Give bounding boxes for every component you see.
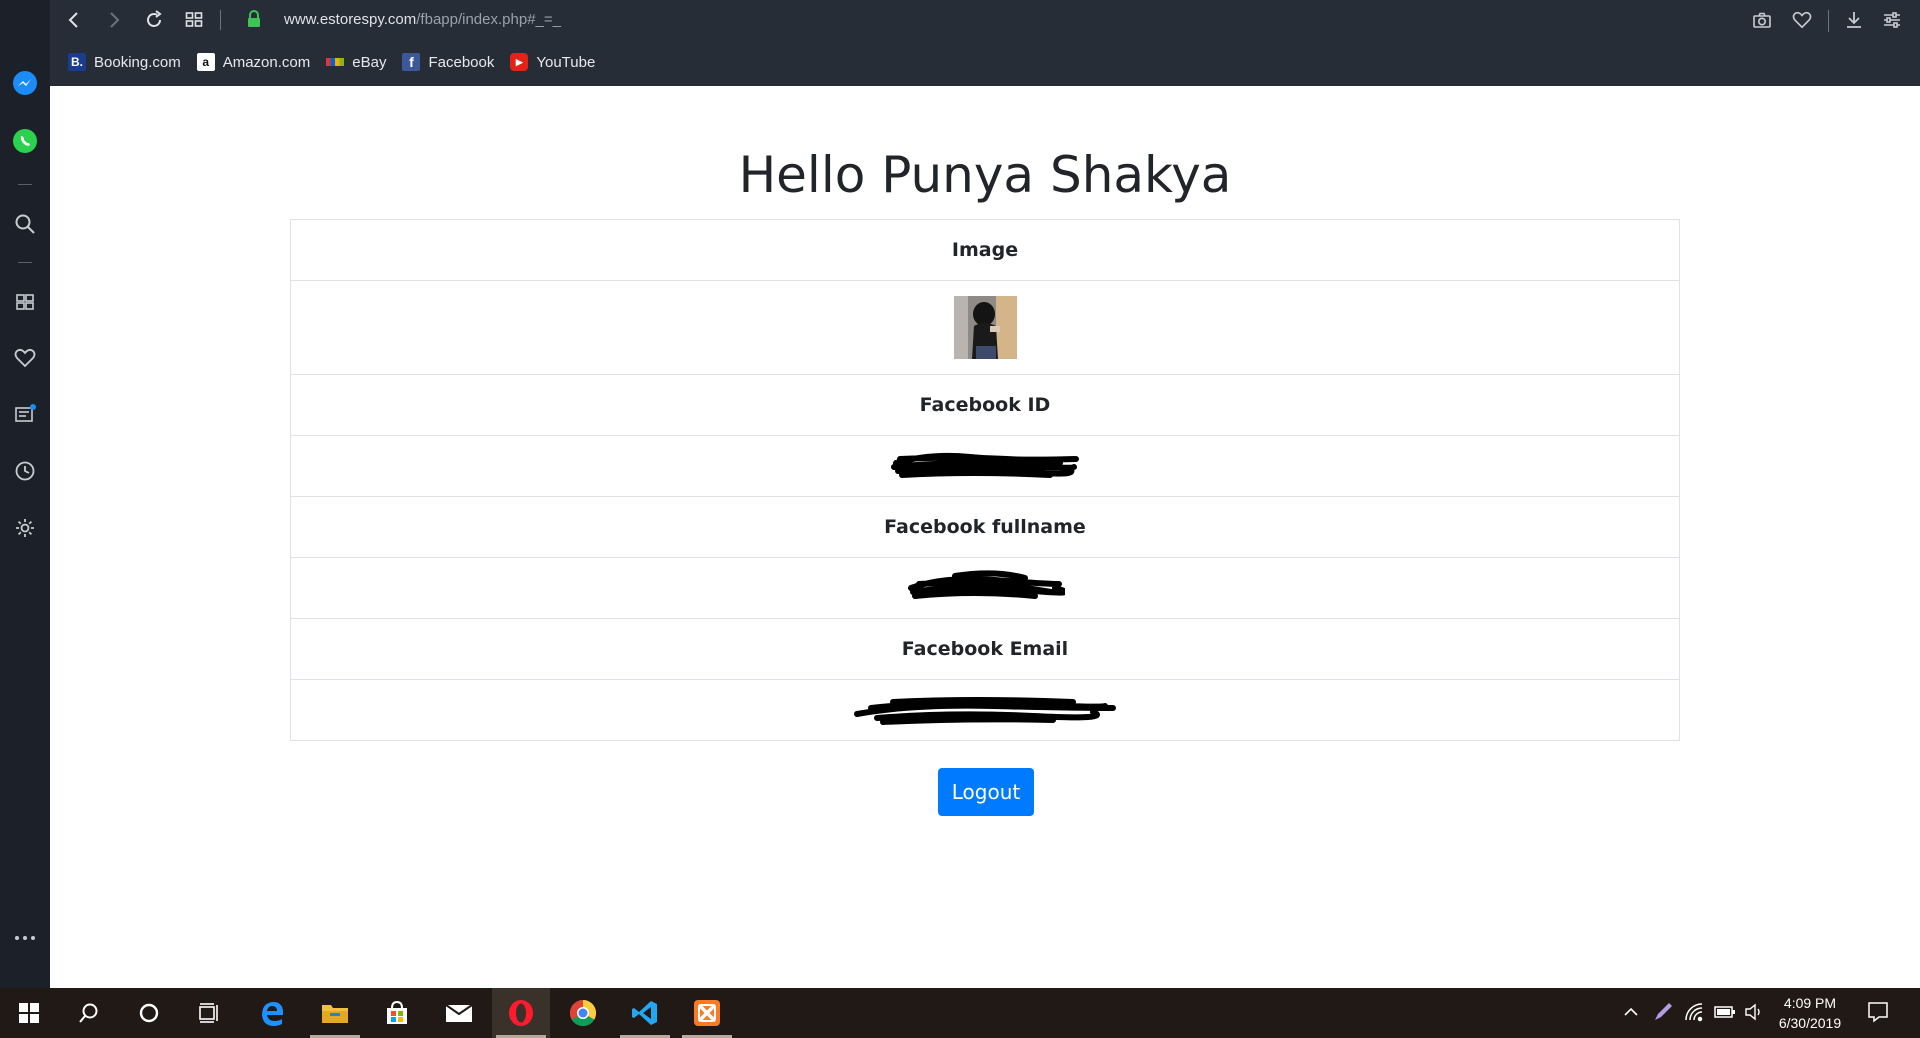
forward-button[interactable] — [100, 6, 128, 34]
table-header-cell: Facebook Email — [290, 618, 1680, 680]
bookmark-label: Booking.com — [94, 53, 181, 71]
facebook-icon: f — [402, 53, 421, 71]
snapshot-camera-icon[interactable] — [1750, 8, 1774, 32]
redaction-scribble — [890, 447, 1080, 486]
pen-workspace-icon[interactable] — [1652, 1001, 1674, 1027]
clock-date: 6/30/2019 — [1778, 1015, 1842, 1031]
url-path: /fbapp/index.php#_=_ — [416, 11, 561, 28]
bookmark-label: YouTube — [536, 53, 596, 71]
table-value-cell — [290, 280, 1680, 375]
volume-icon[interactable] — [1744, 1002, 1766, 1026]
clock-time: 4:09 PM — [1783, 995, 1837, 1011]
bookmark-label: Amazon.com — [222, 53, 311, 71]
redacted-facebook-id — [290, 435, 1680, 497]
cortana-icon[interactable] — [120, 988, 178, 1038]
bookmark-label: eBay — [352, 53, 387, 71]
whatsapp-icon[interactable] — [11, 127, 39, 155]
page-title: Hello Punya Shakya — [738, 146, 1232, 204]
speed-dial-icon[interactable] — [11, 288, 39, 316]
browser-sidebar — [0, 0, 50, 988]
bookmarks-bar: B. Booking.com a Amazon.com eBay f Faceb… — [68, 50, 595, 74]
download-icon[interactable] — [1842, 8, 1866, 32]
logout-button[interactable]: Logout — [938, 768, 1034, 816]
news-icon[interactable] — [11, 400, 39, 428]
bookmark-heart-icon[interactable] — [1790, 8, 1814, 32]
bookmark-facebook[interactable]: f Facebook — [402, 53, 494, 71]
redacted-email — [290, 679, 1680, 741]
booking-icon: B. — [68, 53, 86, 71]
back-button[interactable] — [60, 6, 88, 34]
settings-gear-icon[interactable] — [11, 514, 39, 542]
bookmark-youtube[interactable]: ▶ YouTube — [510, 53, 595, 71]
chrome-icon[interactable] — [554, 988, 612, 1038]
show-hidden-icons-chevron-icon[interactable] — [1622, 1003, 1640, 1025]
action-center-icon[interactable] — [1866, 1000, 1890, 1028]
search-icon[interactable] — [11, 210, 39, 238]
page-content: Hello Punya Shakya Image Facebook ID Fac… — [50, 86, 1920, 988]
battery-icon[interactable] — [1714, 1004, 1736, 1024]
opera-icon[interactable] — [492, 988, 550, 1038]
bookmark-booking[interactable]: B. Booking.com — [68, 53, 181, 71]
redaction-scribble — [905, 566, 1068, 611]
youtube-icon: ▶ — [510, 53, 529, 71]
table-header-cell: Image — [951, 239, 1019, 261]
ebay-icon — [326, 53, 345, 71]
reload-button[interactable] — [140, 6, 168, 34]
xampp-icon[interactable] — [678, 988, 736, 1038]
amazon-icon: a — [196, 53, 215, 71]
vscode-icon[interactable] — [616, 988, 674, 1038]
profile-info-table: Image Facebook ID Facebook fullname Face… — [290, 219, 1680, 741]
mail-icon[interactable] — [430, 988, 488, 1038]
easy-setup-icon[interactable] — [1880, 8, 1904, 32]
more-options-icon[interactable] — [11, 924, 39, 952]
address-bar[interactable]: www.estorespy.com/fbapp/index.php#_=_ — [284, 11, 561, 28]
table-header-cell: Facebook ID — [290, 374, 1680, 436]
lock-icon[interactable] — [246, 10, 264, 30]
table-header-cell: Facebook fullname — [290, 496, 1680, 558]
task-view-icon[interactable] — [180, 988, 238, 1038]
windows-taskbar: 4:09 PM 6/30/2019 — [0, 988, 1920, 1038]
wifi-icon[interactable] — [1684, 1002, 1706, 1026]
store-icon[interactable] — [368, 988, 426, 1038]
bookmark-ebay[interactable]: eBay — [326, 53, 386, 71]
search-icon[interactable] — [60, 988, 118, 1038]
heart-icon[interactable] — [11, 344, 39, 372]
tab-grid-button[interactable] — [180, 6, 208, 34]
bookmark-label: Facebook — [428, 53, 495, 71]
taskbar-clock[interactable]: 4:09 PM 6/30/2019 — [1770, 993, 1850, 1033]
history-icon[interactable] — [11, 457, 39, 485]
windows-start-icon[interactable] — [0, 988, 58, 1038]
url-host: www.estorespy.com — [284, 11, 417, 28]
messenger-icon[interactable] — [11, 69, 39, 97]
profile-picture — [953, 296, 1017, 359]
redaction-scribble — [853, 688, 1117, 733]
redacted-fullname — [290, 557, 1680, 619]
bookmark-amazon[interactable]: a Amazon.com — [196, 53, 311, 71]
edge-icon[interactable] — [244, 988, 302, 1038]
file-explorer-icon[interactable] — [306, 988, 364, 1038]
browser-toolbar: www.estorespy.com/fbapp/index.php#_=_ B.… — [50, 0, 1920, 86]
